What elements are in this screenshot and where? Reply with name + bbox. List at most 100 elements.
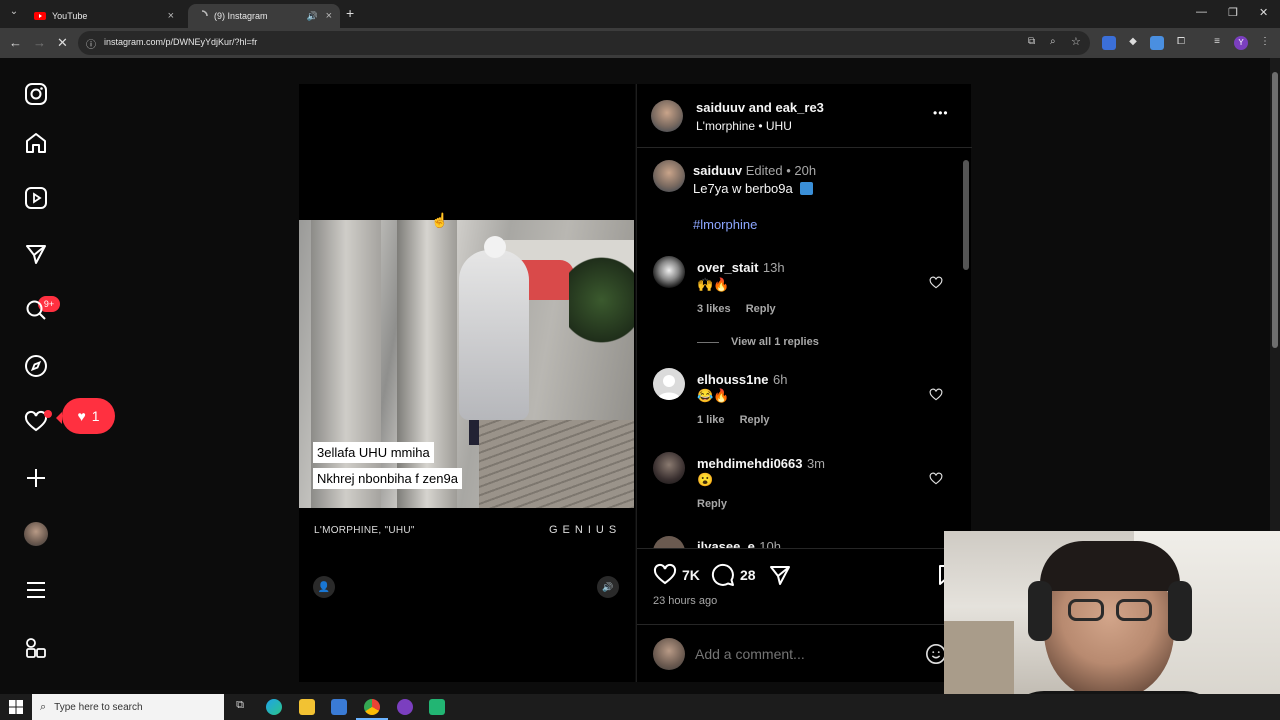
new-tab-button[interactable]: + — [346, 5, 354, 21]
view-replies-button[interactable]: View all 1 replies — [731, 336, 819, 348]
windows-start-icon[interactable] — [9, 700, 23, 719]
add-comment-bar — [637, 624, 972, 682]
reply-button[interactable]: Reply — [746, 303, 776, 315]
video-caption-line-2: Nkhrej nbonbiha f zen9a — [313, 468, 462, 489]
tab-search-chevron-icon[interactable]: ⌄ — [6, 6, 22, 22]
post-timestamp[interactable]: 23 hours ago — [653, 595, 717, 607]
webcam-overlay — [944, 531, 1280, 720]
comment-text: 🙌🔥 — [697, 277, 730, 292]
menu-hamburger-icon[interactable] — [22, 576, 50, 604]
caption-body: Le7ya w berbo9a — [693, 181, 793, 196]
tab-audio-icon[interactable]: 🔊 — [307, 11, 318, 22]
page-scrollbar-thumb[interactable] — [1272, 72, 1278, 348]
add-comment-input[interactable] — [695, 643, 915, 665]
file-explorer-icon[interactable] — [299, 699, 315, 715]
comment-username[interactable]: over_stait — [697, 260, 758, 275]
install-app-icon[interactable]: ⧉ — [1028, 36, 1035, 47]
address-bar[interactable]: ⓘ instagram.com/p/DWNEyYdjKur/?hl=fr ⧉ ⌕… — [78, 31, 1090, 55]
windows-taskbar: ⌕ Type here to search ⧉ — [0, 694, 1280, 720]
also-from-meta-icon[interactable] — [22, 634, 50, 662]
zoom-icon[interactable]: ⌕ — [1050, 36, 1056, 47]
like-count[interactable]: 7K — [682, 567, 700, 583]
create-plus-icon[interactable] — [22, 464, 50, 492]
comment-username[interactable]: ilyasee_e — [697, 539, 755, 548]
comment-like-heart-icon[interactable] — [929, 276, 945, 292]
microsoft-store-icon[interactable] — [331, 699, 347, 715]
replies-divider — [697, 342, 719, 343]
author-avatar[interactable] — [651, 100, 683, 132]
site-info-icon[interactable]: ⓘ — [86, 36, 96, 51]
chrome-menu-icon[interactable]: ⋮ — [1258, 36, 1272, 50]
instagram-logo-icon[interactable] — [22, 80, 50, 108]
comment-username[interactable]: mehdimehdi0663 — [697, 456, 803, 471]
restore-button[interactable]: ❐ — [1228, 6, 1238, 19]
comment-likes[interactable]: 3 likes — [697, 303, 731, 315]
reply-button[interactable]: Reply — [697, 498, 727, 510]
comment-avatar[interactable] — [653, 452, 685, 484]
url-text[interactable]: instagram.com/p/DWNEyYdjKur/?hl=fr — [104, 37, 257, 47]
forward-arrow-icon[interactable]: → — [33, 35, 46, 50]
home-icon[interactable] — [22, 129, 50, 157]
tab-close-button[interactable]: × — [326, 10, 332, 22]
messages-icon[interactable] — [22, 240, 50, 268]
profile-avatar-icon[interactable]: Y — [1234, 36, 1248, 50]
taskbar-search-box[interactable]: ⌕ Type here to search — [32, 694, 224, 720]
heart-filled-icon: ♥ — [77, 408, 86, 424]
video-caption-line-1: 3ellafa UHU mmiha — [313, 442, 434, 463]
caption-username[interactable]: saiduuv — [693, 163, 742, 178]
post-media[interactable]: 3ellafa UHU mmiha Nkhrej nbonbiha f zen9… — [299, 84, 635, 682]
tab-instagram[interactable]: (9) Instagram 🔊 × — [188, 4, 340, 28]
extensions-puzzle-icon[interactable]: ⧠ — [1174, 36, 1188, 50]
explore-icon[interactable] — [22, 352, 50, 380]
translate-extension-icon[interactable] — [1102, 36, 1116, 50]
comment-time: 6h — [772, 372, 788, 387]
stop-loading-icon[interactable]: ✕ — [57, 35, 68, 51]
edge-browser-icon[interactable] — [266, 699, 282, 715]
sound-toggle-icon[interactable]: 🔊 — [597, 576, 619, 598]
app-icon[interactable] — [397, 699, 413, 715]
media-controls-icon[interactable]: ≡ — [1210, 36, 1224, 50]
profile-avatar[interactable] — [22, 520, 50, 548]
comment-like-heart-icon[interactable] — [929, 472, 945, 488]
like-heart-icon[interactable] — [653, 563, 677, 592]
search-icon: ⌕ — [40, 700, 47, 713]
comment-bubble-icon[interactable] — [711, 563, 735, 592]
comment-avatar-default[interactable] — [653, 368, 685, 400]
comment-username[interactable]: elhouss1ne — [697, 372, 769, 387]
instagram-sidebar: 9+ ♥ 1 — [0, 58, 115, 694]
comments-scrollbar[interactable] — [963, 160, 969, 270]
comment-like-heart-icon[interactable] — [929, 388, 945, 404]
more-options-icon[interactable]: ••• — [933, 106, 949, 120]
close-window-button[interactable]: ✕ — [1259, 6, 1268, 19]
tab-youtube[interactable]: YouTube × — [26, 4, 182, 28]
tab-close-button[interactable]: × — [168, 10, 174, 22]
share-icon[interactable] — [768, 563, 792, 592]
bookmark-star-icon[interactable]: ☆ — [1071, 35, 1081, 48]
back-arrow-icon[interactable]: ← — [9, 35, 22, 50]
post-photo[interactable] — [299, 220, 634, 508]
caption-author-avatar[interactable] — [653, 160, 685, 192]
comment-avatar[interactable] — [653, 256, 685, 288]
chrome-icon[interactable] — [364, 699, 380, 715]
reels-icon[interactable] — [22, 184, 50, 212]
tab-title: (9) Instagram — [214, 11, 268, 21]
comment-likes[interactable]: 1 like — [697, 414, 725, 426]
task-view-icon[interactable]: ⧉ — [232, 699, 248, 715]
extension-diamond-icon[interactable]: ◆ — [1126, 36, 1140, 50]
extension-icon[interactable] — [1150, 36, 1164, 50]
audio-subtitle[interactable]: L'morphine • UHU — [696, 119, 792, 133]
tagged-users-icon[interactable]: 👤 — [313, 576, 335, 598]
genius-watermark: GENIUS — [549, 524, 622, 536]
reply-button[interactable]: Reply — [740, 414, 770, 426]
taskbar-search-placeholder: Type here to search — [54, 701, 143, 713]
minimize-button[interactable]: — — [1196, 6, 1207, 18]
search-icon[interactable] — [22, 296, 50, 324]
mouse-cursor-icon: ☝ — [431, 212, 449, 228]
caption-hashtag[interactable]: #lmorphine — [693, 217, 757, 232]
partial-comment: ilyasee_e 10h — [637, 536, 957, 548]
comment-text: 😂🔥 — [697, 388, 730, 403]
likes-notification-popup[interactable]: ♥ 1 — [56, 398, 115, 434]
app-icon[interactable] — [429, 699, 445, 715]
post-authors[interactable]: saiduuv and eak_re3 — [696, 100, 824, 115]
comment-count[interactable]: 28 — [740, 567, 756, 583]
